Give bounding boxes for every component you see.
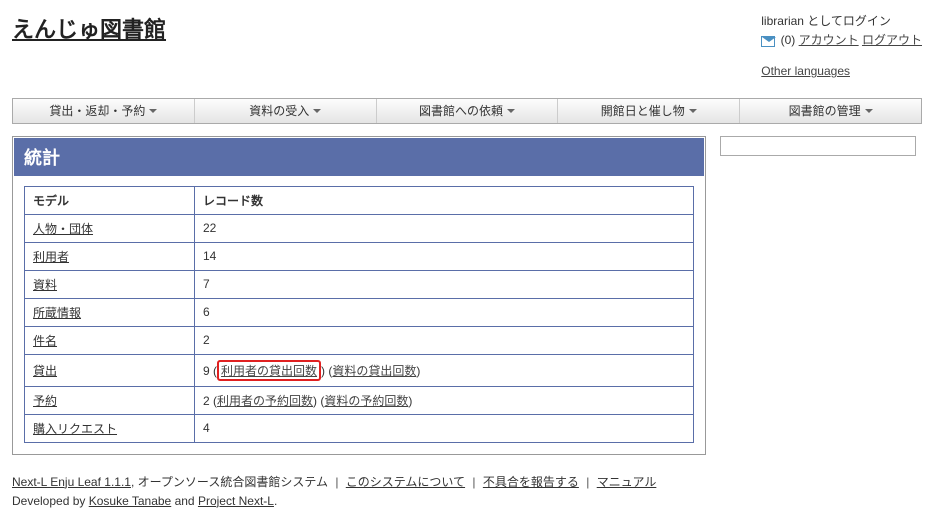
model-link[interactable]: 件名: [33, 334, 57, 348]
stats-table: モデル レコード数 人物・団体 22 利用者 14 資料 7 所蔵情報 6 件名 2 貸出 9 (利用…: [24, 186, 694, 443]
stats-panel: 統計 モデル レコード数 人物・団体 22 利用者 14 資料 7 所蔵情報 6 件名 2 貸出 9 …: [12, 136, 706, 455]
chevron-down-icon: [507, 109, 515, 113]
other-languages-link[interactable]: Other languages: [761, 64, 850, 78]
search-box: [720, 136, 916, 455]
record-cell: 22: [195, 214, 694, 242]
model-link[interactable]: 利用者: [33, 250, 69, 264]
login-block: librarian としてログイン (0) アカウント ログアウト Other …: [761, 12, 922, 82]
login-status: librarian としてログイン: [761, 12, 922, 31]
mail-icon: [761, 36, 775, 47]
menu-label: 図書館の管理: [789, 104, 861, 118]
model-link[interactable]: 所蔵情報: [33, 306, 81, 320]
record-cell: 14: [195, 242, 694, 270]
table-row: 資料 7: [25, 270, 694, 298]
about-link[interactable]: このシステムについて: [346, 475, 465, 489]
record-cell: 7: [195, 270, 694, 298]
message-count: (0): [781, 33, 796, 47]
record-value: 14: [203, 249, 216, 263]
chevron-down-icon: [149, 109, 157, 113]
product-link[interactable]: Next-L Enju Leaf 1.1.1: [12, 475, 131, 489]
menu-label: 開館日と催し物: [601, 104, 685, 118]
record-value: 2: [203, 333, 210, 347]
menu-label: 資料の受入: [249, 104, 309, 118]
record-value: 2: [203, 394, 210, 408]
menu-request[interactable]: 図書館への依頼: [377, 99, 559, 123]
chevron-down-icon: [313, 109, 321, 113]
model-link[interactable]: 貸出: [33, 364, 57, 378]
menu-label: 貸出・返却・予約: [49, 104, 145, 118]
model-link[interactable]: 人物・団体: [33, 222, 93, 236]
menu-admin[interactable]: 図書館の管理: [740, 99, 921, 123]
main-menu: 貸出・返却・予約 資料の受入 図書館への依頼 開館日と催し物 図書館の管理: [12, 98, 922, 124]
logout-link[interactable]: ログアウト: [862, 33, 922, 47]
col-model: モデル: [25, 186, 195, 214]
model-link[interactable]: 購入リクエスト: [33, 422, 117, 436]
record-cell: 2 (利用者の予約回数) (資料の予約回数): [195, 386, 694, 414]
menu-label: 図書館への依頼: [419, 104, 503, 118]
record-cell: 4: [195, 414, 694, 442]
footer: Next-L Enju Leaf 1.1.1, オープンソース統合図書館システム…: [12, 473, 922, 511]
col-records: レコード数: [195, 186, 694, 214]
table-row: 所蔵情報 6: [25, 298, 694, 326]
record-value: 22: [203, 221, 216, 235]
model-link[interactable]: 資料: [33, 278, 57, 292]
table-row: 利用者 14: [25, 242, 694, 270]
table-row: 人物・団体 22: [25, 214, 694, 242]
table-row: 件名 2: [25, 326, 694, 354]
record-cell: 2: [195, 326, 694, 354]
record-cell: 6: [195, 298, 694, 326]
chevron-down-icon: [865, 109, 873, 113]
menu-events[interactable]: 開館日と催し物: [558, 99, 740, 123]
detail-link[interactable]: 資料の貸出回数: [332, 364, 416, 378]
developer-link-1[interactable]: Kosuke Tanabe: [89, 494, 172, 508]
record-value: 4: [203, 421, 210, 435]
table-row: 予約 2 (利用者の予約回数) (資料の予約回数): [25, 386, 694, 414]
record-cell: 9 (利用者の貸出回数) (資料の貸出回数): [195, 354, 694, 386]
table-row: 購入リクエスト 4: [25, 414, 694, 442]
site-title[interactable]: えんじゅ図書館: [12, 12, 166, 44]
detail-link[interactable]: 利用者の貸出回数: [217, 360, 321, 381]
record-value: 9: [203, 364, 210, 378]
menu-acquisition[interactable]: 資料の受入: [195, 99, 377, 123]
developer-link-2[interactable]: Project Next-L: [198, 494, 274, 508]
record-value: 7: [203, 277, 210, 291]
table-row: 貸出 9 (利用者の貸出回数) (資料の貸出回数): [25, 354, 694, 386]
search-input[interactable]: [720, 136, 916, 156]
panel-title: 統計: [14, 138, 704, 176]
manual-link[interactable]: マニュアル: [597, 475, 657, 489]
account-link[interactable]: アカウント: [799, 33, 859, 47]
detail-link[interactable]: 利用者の予約回数: [217, 394, 313, 408]
chevron-down-icon: [689, 109, 697, 113]
report-link[interactable]: 不具合を報告する: [483, 475, 579, 489]
detail-link[interactable]: 資料の予約回数: [324, 394, 408, 408]
menu-checkout[interactable]: 貸出・返却・予約: [13, 99, 195, 123]
record-value: 6: [203, 305, 210, 319]
model-link[interactable]: 予約: [33, 394, 57, 408]
